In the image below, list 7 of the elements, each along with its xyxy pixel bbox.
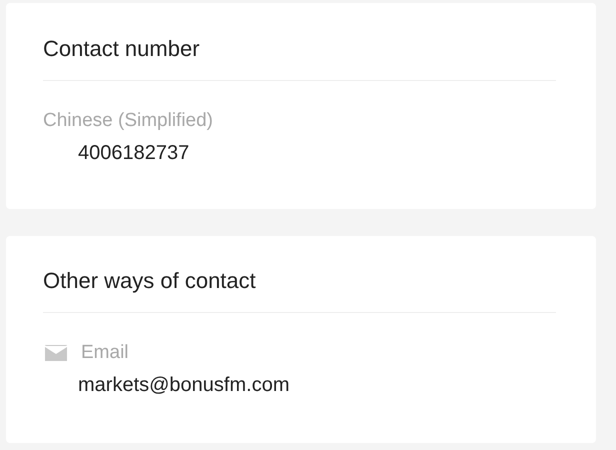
contact-value: 4006182737 bbox=[78, 141, 190, 165]
contact-label: Chinese (Simplified) bbox=[43, 110, 214, 132]
contact-value: markets@bonusfm.com bbox=[78, 373, 290, 397]
section-title: Other ways of contact bbox=[43, 267, 257, 295]
contact-label: Email bbox=[81, 342, 129, 364]
section-title: Contact number bbox=[43, 35, 201, 63]
envelope-icon bbox=[45, 345, 67, 361]
